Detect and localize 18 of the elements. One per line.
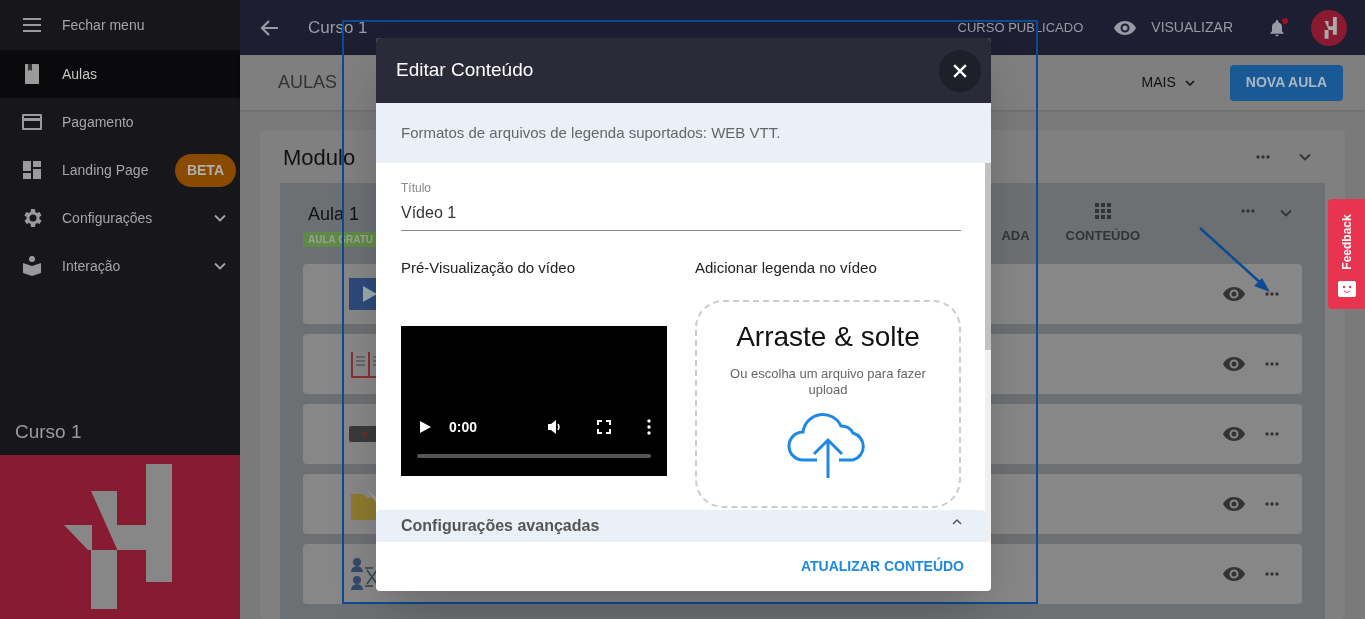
video-time: 0:00 — [449, 417, 478, 437]
sidebar-item-label: Configurações — [62, 208, 154, 228]
advanced-settings-label: Configurações avançadas — [401, 515, 601, 536]
dropzone-title: Arraste & solte — [736, 319, 920, 354]
subtitle-heading: Adicionar legenda no vídeo — [695, 258, 878, 278]
page-title: AULAS — [278, 71, 338, 94]
sidebar-item-label: Pagamento — [62, 112, 135, 132]
sidebar-item-label: Aulas — [62, 64, 99, 84]
title-field-label: Título — [401, 180, 432, 197]
preview-heading: Pré-Visualização do vídeo — [401, 258, 576, 278]
sidebar-item-label: Landing Page — [62, 160, 150, 180]
dropzone-hint: Ou escolha um arquivo para fazer upload — [729, 365, 927, 398]
dialog-title: Editar Conteúdo — [396, 58, 535, 83]
info-text: Formatos de arquivos de legenda suportados: WEB VTT. — [401, 122, 781, 143]
beta-badge: BETA — [174, 153, 236, 187]
sidebar-item-label: Interação — [62, 256, 122, 276]
feedback-label: Feedback — [1338, 214, 1355, 270]
course-title: Curso 1 — [14, 420, 83, 445]
